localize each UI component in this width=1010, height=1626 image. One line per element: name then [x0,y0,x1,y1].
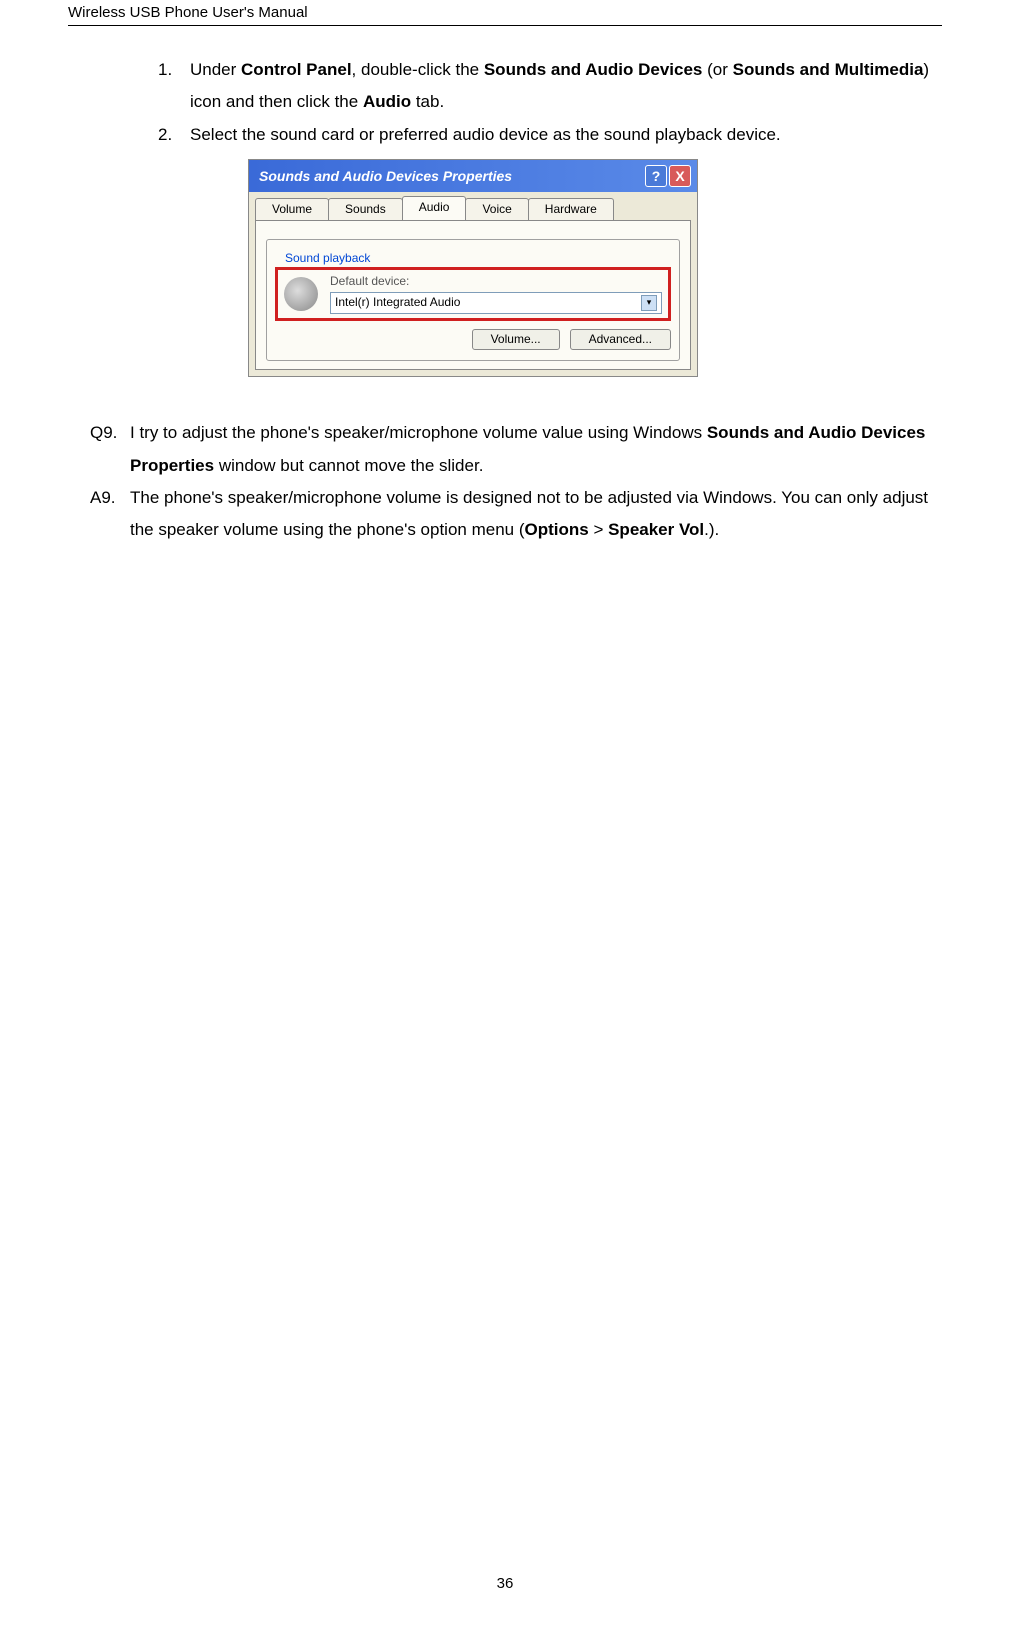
default-device-select[interactable]: Intel(r) Integrated Audio ▾ [330,292,662,314]
step-text: Under Control Panel, double-click the So… [190,54,932,119]
chevron-down-icon: ▾ [641,295,657,311]
a-text: The phone's speaker/microphone volume is… [130,482,942,547]
tab-panel: Sound playback Default device: Intel(r) … [255,220,691,370]
step-number: 2. [158,119,190,151]
tab-sounds[interactable]: Sounds [328,198,403,221]
tab-hardware[interactable]: Hardware [528,198,614,221]
answer-9: A9. The phone's speaker/microphone volum… [90,482,942,547]
dialog-title: Sounds and Audio Devices Properties [259,167,643,185]
advanced-button[interactable]: Advanced... [570,329,671,351]
step-2: 2. Select the sound card or preferred au… [158,119,932,151]
speaker-icon [284,277,318,311]
step-text: Select the sound card or preferred audio… [190,119,932,151]
manual-title: Wireless USB Phone User's Manual [68,4,308,21]
highlight-box: Default device: Intel(r) Integrated Audi… [275,267,671,321]
page-number: 36 [0,1575,1010,1592]
step-1: 1. Under Control Panel, double-click the… [158,54,932,119]
q-label: Q9. [90,417,130,482]
help-button[interactable]: ? [645,165,667,187]
default-device-label: Default device: [330,274,662,290]
sound-playback-group: Sound playback Default device: Intel(r) … [266,239,680,361]
group-legend: Sound playback [281,251,374,267]
question-9: Q9. I try to adjust the phone's speaker/… [90,417,942,482]
tab-bar: Volume Sounds Audio Voice Hardware [249,192,697,221]
tab-audio[interactable]: Audio [402,196,467,221]
tab-volume[interactable]: Volume [255,198,329,221]
select-value: Intel(r) Integrated Audio [335,295,460,311]
titlebar: Sounds and Audio Devices Properties ? X [249,160,697,192]
tab-voice[interactable]: Voice [465,198,528,221]
sounds-dialog: Sounds and Audio Devices Properties ? X … [248,159,698,377]
a-label: A9. [90,482,130,547]
help-icon: ? [652,167,661,185]
close-button[interactable]: X [669,165,691,187]
q-text: I try to adjust the phone's speaker/micr… [130,417,942,482]
close-icon: X [675,167,684,185]
volume-button[interactable]: Volume... [472,329,560,351]
step-number: 1. [158,54,190,119]
